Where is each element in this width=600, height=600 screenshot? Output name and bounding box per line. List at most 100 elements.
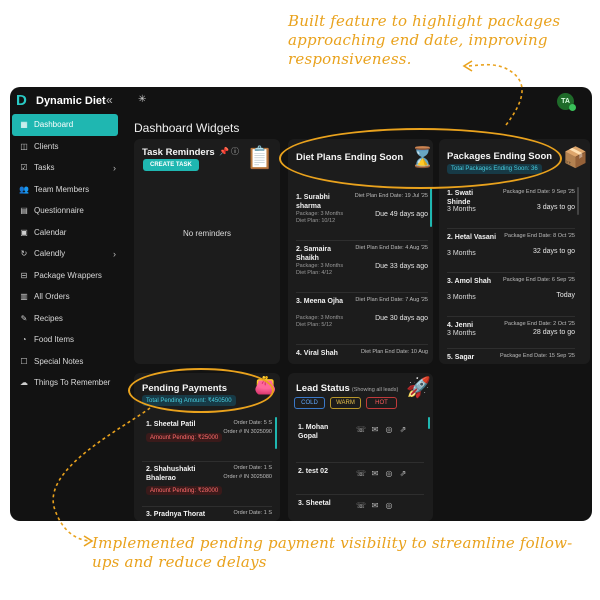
mail-icon[interactable]: ✉ xyxy=(368,422,382,438)
empty-state: No reminders xyxy=(182,229,231,238)
dashboard-icon: ▦ xyxy=(20,120,28,130)
list-item[interactable]: 4. Viral Shah Diet Plan End Date: 10 Aug xyxy=(296,345,428,364)
list-item[interactable]: 2. Shahushakti Bhalerao Order Date: 1 S Or… xyxy=(142,462,272,507)
end-date: Package End Date: 6 Sep '25 xyxy=(503,277,575,283)
filter-warm-button[interactable]: WARM xyxy=(330,397,361,409)
chevron-right-icon[interactable]: › xyxy=(113,249,116,259)
food-icon: ◔ xyxy=(21,335,27,345)
package-icon: 📦 xyxy=(563,147,588,169)
client-name: 1. Sheetal Patil xyxy=(146,421,196,428)
end-date: Diet Plan End Date: 4 Aug '25 xyxy=(355,245,428,251)
sidebar-item-label: Tasks xyxy=(34,163,55,173)
list-item[interactable]: 2. test 02 ☏ ✉ ◎ ⇗ xyxy=(296,463,424,495)
whatsapp-icon[interactable]: ◎ xyxy=(382,498,396,514)
phone-icon[interactable]: ☏ xyxy=(354,422,368,438)
end-date: Package End Date: 9 Sep '25 xyxy=(503,189,575,195)
list-item[interactable]: 3. Meena Ojha Package: 3 Months Diet Plan… xyxy=(296,293,428,345)
sidebar-item-label: Recipes xyxy=(34,313,63,323)
sidebar-item-tasks[interactable]: ☑ Tasks › xyxy=(10,157,128,179)
logo-icon: D xyxy=(16,92,27,109)
calendly-icon: ↻ xyxy=(20,249,28,259)
list-item[interactable]: 5. Sagar Package End Date: 15 Sep '25 xyxy=(447,349,575,364)
create-task-button[interactable]: CREATE TASK xyxy=(143,159,199,171)
sidebar-item-food-items[interactable]: ◔ Food Items xyxy=(10,329,128,351)
due-status: 3 days to go xyxy=(536,204,575,211)
scrollbar[interactable] xyxy=(577,187,579,215)
list-item[interactable]: 3. Sheetal ☏ ✉ ◎ xyxy=(296,495,424,521)
pending-list: 1. Sheetal Patil Order Date: 5 S Order # I… xyxy=(142,417,272,521)
sidebar-item-questionnaire[interactable]: ▤ Questionnaire xyxy=(10,200,128,222)
notes-icon: ☐ xyxy=(20,356,28,366)
collapse-sidebar-icon[interactable]: « xyxy=(106,93,113,107)
list-item[interactable]: 2. Hetal Vasani 3 Months Package End Date:… xyxy=(447,229,575,273)
filter-hot-button[interactable]: HOT xyxy=(366,397,397,409)
sidebar-item-label: All Orders xyxy=(34,292,70,302)
lead-note: (Showing all leads) xyxy=(351,387,399,393)
external-link-icon[interactable]: ⇗ xyxy=(396,466,410,482)
phone-icon[interactable]: ☏ xyxy=(354,498,368,514)
sidebar-item-dashboard[interactable]: ▦ Dashboard xyxy=(12,114,118,136)
sidebar-item-calendly[interactable]: ↻ Calendly › xyxy=(10,243,128,265)
lead-status-widget: Lead Status (Showing all leads) 🚀 COLD WA… xyxy=(288,373,433,521)
calendar-icon: ▣ xyxy=(20,227,28,237)
list-item[interactable]: 1. Mohan Gopal ☏ ✉ ◎ ⇗ xyxy=(296,419,424,463)
scrollbar[interactable] xyxy=(430,187,432,227)
orders-icon: ▥ xyxy=(20,292,28,302)
due-status: Today xyxy=(556,292,575,299)
sidebar-item-package-wrappers[interactable]: ⊟ Package Wrappers xyxy=(10,265,128,287)
sidebar-item-clients[interactable]: ◫ Clients xyxy=(10,136,128,158)
sidebar: D Dynamic Diet « ▦ Dashboard ◫ Clients ☑ Ta… xyxy=(10,87,128,521)
client-name: 2. Hetal Vasani xyxy=(447,234,497,241)
whatsapp-icon[interactable]: ◎ xyxy=(382,422,396,438)
amount-badge: Amount Pending: ₹28000 xyxy=(146,486,223,495)
scrollbar[interactable] xyxy=(275,417,277,449)
brand[interactable]: D Dynamic Diet xyxy=(16,93,106,109)
clients-icon: ◫ xyxy=(20,141,28,151)
list-item[interactable]: 1. Swati Shinde 3 Months Package End Date:… xyxy=(447,185,575,229)
sidebar-item-all-orders[interactable]: ▥ All Orders xyxy=(10,286,128,308)
phone-icon[interactable]: ☏ xyxy=(354,466,368,482)
sidebar-item-things-to-remember[interactable]: ☁ Things To Remember xyxy=(10,372,128,394)
client-name: 1. Surabhi sharma xyxy=(296,194,330,210)
chevron-right-icon[interactable]: › xyxy=(113,163,116,173)
arrowhead-bottom xyxy=(83,535,94,547)
plan-details: Package: 3 Months Diet Plan: 10/12 xyxy=(296,211,344,224)
lead-list: 1. Mohan Gopal ☏ ✉ ◎ ⇗ 2. test 02 ☏ ✉ ◎ ⇗ 3. She… xyxy=(296,419,424,521)
tasks-icon: ☑ xyxy=(20,163,28,173)
highlight-oval-bottom xyxy=(128,368,274,413)
whatsapp-icon[interactable]: ◎ xyxy=(382,466,396,482)
scrollbar[interactable] xyxy=(428,417,430,429)
rocket-icon: 🚀 xyxy=(406,377,431,399)
end-date: Diet Plan End Date: 7 Aug '25 xyxy=(355,297,428,303)
external-link-icon[interactable]: ⇗ xyxy=(396,422,410,438)
list-item[interactable]: 1. Surabhi sharma Package: 3 Months Diet … xyxy=(296,189,428,241)
filter-cold-button[interactable]: COLD xyxy=(294,397,325,409)
brand-name: Dynamic Diet xyxy=(36,95,106,107)
sidebar-item-team-members[interactable]: 👥 Team Members xyxy=(10,179,128,201)
theme-toggle-icon[interactable]: ✳ xyxy=(138,94,146,105)
sidebar-item-label: Calendar xyxy=(34,227,67,237)
list-item[interactable]: 2. Samaira Shaikh Package: 3 Months Diet … xyxy=(296,241,428,293)
list-item[interactable]: 3. Amol Shah 3 Months Package End Date: 6 … xyxy=(447,273,575,317)
lead-actions: ☏ ✉ ◎ ⇗ xyxy=(354,466,414,482)
due-status: Due 49 days ago xyxy=(375,211,428,218)
mail-icon[interactable]: ✉ xyxy=(368,466,382,482)
order-date: Order Date: 1 S xyxy=(233,510,272,516)
recipes-icon: ✎ xyxy=(20,313,28,323)
package-duration: 3 Months xyxy=(447,250,476,257)
info-icon[interactable]: ⓘ xyxy=(231,146,239,157)
sidebar-item-calendar[interactable]: ▣ Calendar xyxy=(10,222,128,244)
sidebar-item-special-notes[interactable]: ☐ Special Notes xyxy=(10,351,128,373)
questionnaire-icon: ▤ xyxy=(20,206,28,216)
mail-icon[interactable]: ✉ xyxy=(368,498,382,514)
client-name: 3. Meena Ojha xyxy=(296,298,344,305)
list-item[interactable]: 4. Jenni 3 Months Package End Date: 2 Oct … xyxy=(447,317,575,349)
sidebar-item-recipes[interactable]: ✎ Recipes xyxy=(10,308,128,330)
package-duration: 3 Months xyxy=(447,206,476,213)
list-item[interactable]: 3. Pradnya Thorat Order Date: 1 S xyxy=(142,507,272,521)
list-item[interactable]: 1. Sheetal Patil Order Date: 5 S Order # I… xyxy=(142,417,272,462)
sidebar-item-label: Package Wrappers xyxy=(34,270,102,280)
lead-name: 3. Sheetal xyxy=(298,500,331,507)
end-date: Diet Plan End Date: 19 Jul '25 xyxy=(354,193,428,199)
sidebar-item-label: Special Notes xyxy=(34,356,84,366)
